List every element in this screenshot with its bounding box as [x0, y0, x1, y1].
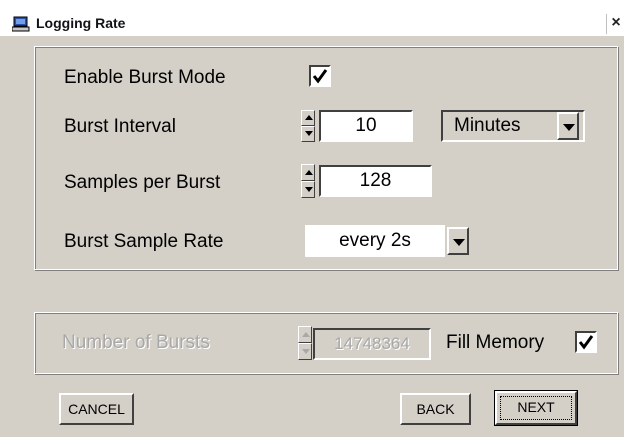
- fill-memory-label: Fill Memory: [446, 332, 545, 353]
- title-bar: Logging Rate ×: [0, 0, 624, 36]
- spin-down-icon[interactable]: [301, 181, 315, 198]
- burst-interval-input[interactable]: 10: [319, 110, 413, 142]
- focus-rect: [500, 396, 572, 420]
- burst-interval-spinner[interactable]: [301, 110, 315, 142]
- logging-rate-dialog: Logging Rate × Enable Burst Mode Burst I…: [0, 0, 624, 437]
- close-icon[interactable]: ×: [606, 14, 624, 34]
- burst-interval-label: Burst Interval: [64, 116, 176, 137]
- chevron-down-icon[interactable]: [557, 112, 579, 140]
- cancel-button[interactable]: CANCEL: [59, 393, 134, 425]
- samples-per-burst-input[interactable]: 128: [319, 165, 432, 197]
- samples-per-burst-label: Samples per Burst: [64, 172, 221, 193]
- burst-sample-rate-select[interactable]: every 2s: [305, 225, 471, 257]
- enable-burst-mode-label: Enable Burst Mode: [64, 67, 226, 88]
- enable-burst-mode-checkbox[interactable]: [309, 65, 331, 87]
- number-of-bursts-label: Number of Bursts: [62, 332, 210, 353]
- back-button[interactable]: BACK: [400, 393, 471, 425]
- window-title: Logging Rate: [36, 15, 126, 31]
- spin-down-icon: [298, 343, 312, 360]
- spin-down-icon[interactable]: [301, 126, 315, 142]
- fill-memory-checkbox[interactable]: [575, 331, 597, 353]
- spin-up-icon[interactable]: [301, 164, 315, 181]
- chevron-down-icon[interactable]: [447, 227, 469, 255]
- burst-sample-rate-value: every 2s: [305, 225, 445, 257]
- number-of-bursts-input: 14748364: [313, 328, 431, 360]
- number-of-bursts-spinner: [298, 326, 312, 360]
- next-button[interactable]: NEXT: [494, 390, 578, 426]
- burst-interval-unit-value: Minutes: [454, 115, 521, 136]
- spin-up-icon[interactable]: [301, 110, 315, 126]
- computer-icon: [11, 16, 30, 32]
- burst-interval-unit-select[interactable]: Minutes: [441, 110, 585, 142]
- samples-per-burst-spinner[interactable]: [301, 164, 315, 198]
- burst-sample-rate-label: Burst Sample Rate: [64, 231, 224, 252]
- spin-up-icon: [298, 326, 312, 343]
